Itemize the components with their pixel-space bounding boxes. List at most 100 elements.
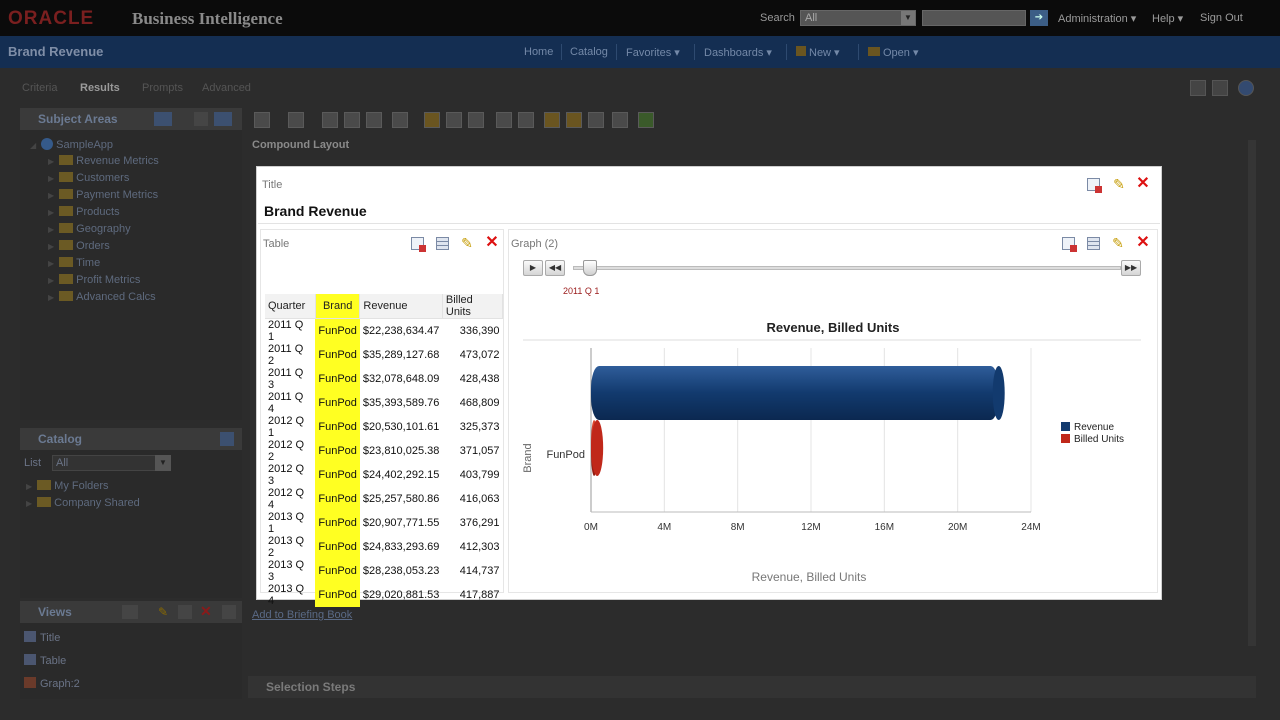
- billed-units-cell: 417,887: [459, 589, 500, 601]
- view-options-icon[interactable]: [214, 112, 232, 126]
- add-to-briefing-book-link[interactable]: Add to Briefing Book: [252, 609, 352, 621]
- tree-item-folder[interactable]: ▶ Time: [48, 257, 100, 269]
- tree-item-folder[interactable]: ▶ Revenue Metrics: [48, 155, 159, 167]
- new-view-icon[interactable]: [392, 112, 408, 128]
- tab-criteria[interactable]: Criteria: [22, 82, 57, 94]
- nav-home[interactable]: Home: [524, 46, 553, 58]
- x-axis-label: Revenue, Billed Units: [752, 570, 867, 584]
- close-icon[interactable]: ✕: [484, 235, 500, 251]
- help-menu[interactable]: Help ▾: [1152, 12, 1183, 25]
- administration-menu[interactable]: Administration ▾: [1058, 12, 1136, 25]
- chevron-down-icon[interactable]: ▼: [155, 455, 171, 471]
- tree-item-folder[interactable]: ▶ My Folders: [26, 480, 109, 492]
- edit-pencil-icon[interactable]: ✎: [1110, 235, 1126, 251]
- tab-advanced[interactable]: Advanced: [202, 82, 251, 94]
- billed-units-cell: 414,737: [459, 565, 500, 577]
- layout-icon[interactable]: [518, 112, 534, 128]
- nav-divider: [561, 44, 562, 60]
- print-view-icon[interactable]: [1062, 237, 1077, 252]
- catalog-title: Catalog: [38, 432, 83, 446]
- sort-icon[interactable]: [638, 112, 654, 128]
- tree-item-folder[interactable]: ▶ Products: [48, 206, 120, 218]
- print-view-icon[interactable]: [411, 237, 426, 252]
- save-icon[interactable]: [1190, 80, 1206, 96]
- sign-out-link[interactable]: Sign Out: [1200, 12, 1243, 24]
- format-view-icon[interactable]: [1087, 237, 1100, 250]
- step-forward-icon[interactable]: ▶▶: [1121, 260, 1141, 276]
- tree-item-folder[interactable]: ▶ Customers: [48, 172, 129, 184]
- brand-cell: FunPod: [315, 318, 360, 343]
- nav-new-label: New ▾: [809, 47, 840, 59]
- view-properties-icon[interactable]: [178, 605, 192, 619]
- tree-item-root[interactable]: ◢ SampleApp: [30, 138, 113, 151]
- nav-dashboards[interactable]: Dashboards ▾: [704, 46, 772, 59]
- tab-results[interactable]: Results: [80, 82, 120, 94]
- close-icon[interactable]: ✕: [1135, 176, 1151, 192]
- filters-icon[interactable]: [424, 112, 440, 128]
- tree-item-folder[interactable]: ▶ Geography: [48, 223, 131, 235]
- selection-steps-icon[interactable]: [446, 112, 462, 128]
- column-header-brand[interactable]: Brand: [315, 294, 361, 319]
- nav-favorites[interactable]: Favorites ▾: [626, 46, 680, 59]
- calculated-item-icon[interactable]: [496, 112, 512, 128]
- format-view-icon[interactable]: [436, 237, 449, 250]
- tree-item-label: SampleApp: [56, 139, 114, 151]
- edit-pencil-icon[interactable]: ✎: [459, 235, 475, 251]
- folder-icon: [37, 480, 52, 490]
- tree-item-folder[interactable]: ▶ Orders: [48, 240, 110, 252]
- catalog-refresh-icon[interactable]: [220, 432, 234, 446]
- view-item-title[interactable]: Title: [24, 631, 60, 644]
- add-subject-area-icon[interactable]: [154, 112, 172, 126]
- conditional-format-icon[interactable]: [544, 112, 560, 128]
- search-go-icon[interactable]: ➔: [1030, 10, 1048, 26]
- tree-item-folder[interactable]: ▶ Profit Metrics: [48, 274, 140, 286]
- view-layout-icon[interactable]: [222, 605, 236, 619]
- play-icon[interactable]: ▶: [523, 260, 543, 276]
- nav-open[interactable]: Open ▾: [868, 46, 919, 59]
- nav-new[interactable]: New ▾: [796, 46, 840, 59]
- search-scope-select[interactable]: All ▼: [800, 10, 916, 26]
- search-input[interactable]: [922, 10, 1026, 26]
- groups-icon[interactable]: [468, 112, 484, 128]
- edit-pencil-icon[interactable]: ✎: [1111, 176, 1127, 192]
- add-view-icon[interactable]: [122, 605, 138, 619]
- step-back-icon[interactable]: ◀◀: [545, 260, 565, 276]
- edit-view-icon[interactable]: ✎: [158, 605, 172, 619]
- column-header-quarter[interactable]: Quarter: [265, 294, 316, 319]
- column-header-revenue[interactable]: Revenue: [359, 294, 443, 319]
- alignment-icon[interactable]: [612, 112, 628, 128]
- nav-catalog[interactable]: Catalog: [570, 46, 608, 58]
- tree-item-folder[interactable]: ▶ Payment Metrics: [48, 189, 158, 201]
- help-icon[interactable]: [1238, 80, 1254, 96]
- close-icon[interactable]: ✕: [1135, 235, 1151, 251]
- chevron-down-icon[interactable]: ▼: [901, 11, 915, 25]
- refresh-icon[interactable]: [194, 112, 208, 126]
- column-header-billed-units[interactable]: Billed Units: [442, 294, 504, 319]
- tree-item-folder[interactable]: ▶ Advanced Calcs: [48, 291, 156, 303]
- quarter-cell: 2011 Q 4: [268, 391, 304, 415]
- delete-view-icon[interactable]: ✕: [200, 603, 214, 619]
- print-preview-icon[interactable]: [322, 112, 338, 128]
- print-icon[interactable]: [254, 112, 270, 128]
- bar-chart: Revenue, Billed Units 0M 4M 8M 12M 16M 20M 24M…: [522, 320, 1141, 584]
- export-icon[interactable]: [288, 112, 304, 128]
- billed-units-cell: 412,303: [459, 541, 500, 553]
- pdf-preview-icon[interactable]: [344, 112, 360, 128]
- catalog-list-select[interactable]: All ▼: [52, 455, 171, 471]
- view-item-table[interactable]: Table: [24, 654, 66, 667]
- save-as-icon[interactable]: [1212, 80, 1228, 96]
- selection-steps-bar[interactable]: Selection Steps: [248, 676, 1256, 698]
- page-icon[interactable]: [588, 112, 604, 128]
- refresh-icon[interactable]: [366, 112, 382, 128]
- folder-icon: [59, 206, 74, 216]
- vertical-scrollbar[interactable]: [1248, 140, 1256, 646]
- oracle-logo: ORACLE: [8, 8, 95, 29]
- advanced-icon[interactable]: [566, 112, 582, 128]
- tab-prompts[interactable]: Prompts: [142, 82, 183, 94]
- page-title: Brand Revenue: [8, 44, 104, 59]
- view-item-graph[interactable]: Graph:2: [24, 677, 80, 690]
- tree-item-folder[interactable]: ▶ Company Shared: [26, 497, 140, 509]
- slider-thumb[interactable]: [583, 260, 597, 276]
- slider-track[interactable]: [573, 266, 1121, 270]
- print-view-icon[interactable]: [1087, 178, 1102, 193]
